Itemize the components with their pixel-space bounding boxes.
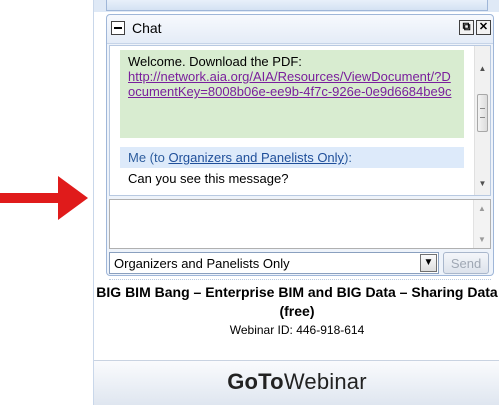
recipient-value: Organizers and Panelists Only (114, 256, 290, 271)
messages-scrollbar[interactable]: ▲ ▼ (474, 46, 490, 195)
sender-prefix: Me (to (128, 150, 169, 165)
dropdown-arrow-icon[interactable]: ▼ (420, 254, 437, 272)
webinar-info: BIG BIM Bang – Enterprise BIM and BIG Da… (94, 283, 499, 337)
recipient-select[interactable]: Organizers and Panelists Only ▼ (109, 252, 439, 274)
scroll-down-icon[interactable]: ▼ (475, 177, 490, 191)
sender-line: Me (to Organizers and Panelists Only): (120, 147, 464, 168)
recipient-link[interactable]: Organizers and Panelists Only (168, 150, 344, 165)
welcome-text: Welcome. Download the PDF: (128, 54, 302, 69)
gotowebinar-logo: GoToWebinar (227, 369, 367, 395)
webinar-panel: Chat ⧉ ✕ Welcome. Download the PDF: http… (93, 0, 499, 405)
close-icon[interactable]: ✕ (476, 20, 491, 35)
welcome-message: Welcome. Download the PDF: http://networ… (120, 50, 464, 138)
scroll-up-icon[interactable]: ▲ (475, 62, 490, 76)
compose-scrollbar[interactable]: ▲ ▼ (473, 200, 490, 248)
message-compose-box: ▲ ▼ (109, 199, 491, 249)
chat-messages: Welcome. Download the PDF: http://networ… (109, 45, 491, 196)
pane-divider[interactable] (106, 0, 488, 11)
webinar-id: Webinar ID: 446-918-614 (229, 323, 365, 337)
red-arrow-icon (0, 176, 88, 220)
screenshot-stage: Chat ⧉ ✕ Welcome. Download the PDF: http… (0, 0, 499, 405)
brand-part2: Webinar (283, 369, 367, 394)
collapse-icon[interactable] (111, 21, 125, 35)
chat-title: Chat (132, 20, 162, 36)
chat-header: Chat ⧉ ✕ (107, 15, 493, 44)
sender-suffix: ): (344, 150, 353, 165)
scroll-thumb[interactable] (477, 94, 488, 132)
panel-top-strip (94, 0, 499, 12)
divider (109, 279, 491, 280)
popout-icon[interactable]: ⧉ (459, 20, 474, 35)
webinar-title: BIG BIM Bang – Enterprise BIM and BIG Da… (96, 284, 498, 319)
message-input[interactable] (110, 200, 474, 248)
brand-bar: GoToWebinar (94, 360, 499, 405)
chat-message-text: Can you see this message? (128, 171, 289, 186)
send-button[interactable]: Send (443, 252, 489, 274)
pdf-link[interactable]: http://network.aia.org/AIA/Resources/Vie… (128, 69, 451, 99)
compose-scroll-down-icon[interactable]: ▼ (474, 235, 490, 244)
compose-scroll-up-icon[interactable]: ▲ (474, 204, 490, 213)
brand-part1: GoTo (227, 369, 284, 394)
chat-pane: Chat ⧉ ✕ Welcome. Download the PDF: http… (106, 14, 494, 280)
